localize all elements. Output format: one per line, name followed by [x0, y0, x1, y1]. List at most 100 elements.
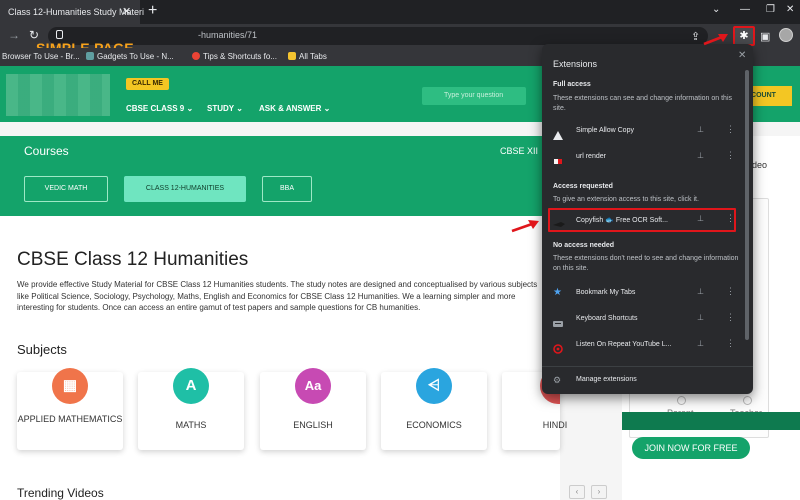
question-search-input[interactable]: Type your question [422, 87, 526, 105]
maximize-button[interactable]: ❐ [766, 4, 775, 15]
extensions-menu-title: Extensions [553, 59, 598, 69]
page-description: We provide effective Study Material for … [17, 280, 538, 312]
more-options-icon[interactable]: ⋮ [726, 213, 735, 224]
extension-name: Keyboard Shortcuts [576, 315, 638, 322]
calculator-icon: ▦ [52, 368, 88, 404]
trending-videos-title: Trending Videos [17, 486, 104, 500]
address-bar[interactable]: -humanities/71 [48, 27, 708, 45]
pin-icon[interactable]: ⊥ [697, 214, 704, 223]
no-access-desc: These extensions don't need to see and c… [553, 255, 739, 272]
new-tab-button[interactable]: + [148, 2, 157, 20]
divider [542, 366, 753, 367]
extension-name: Bookmark My Tabs [576, 289, 636, 296]
chart-icon: ⩤ [416, 368, 452, 404]
star-icon: ★ [553, 287, 562, 298]
cbse-xii-label: CBSE XII [500, 146, 539, 156]
subjects-title: Subjects [17, 342, 67, 357]
nav-study[interactable]: STUDY ⌄ [207, 104, 243, 113]
extension-row-keyboard-shortcuts[interactable]: Keyboard Shortcuts ⊥ ⋮ [542, 307, 742, 331]
more-options-icon[interactable]: ⋮ [726, 312, 735, 323]
pin-icon[interactable]: ⊥ [697, 339, 704, 348]
course-pill-vedic-math[interactable]: VEDIC MATH [24, 176, 108, 202]
bottom-strip [622, 412, 800, 430]
extension-name: Listen On Repeat YouTube L... [576, 341, 672, 348]
red-arrow-icon [703, 34, 728, 46]
red-arrow-icon [511, 220, 539, 233]
courses-band: Courses CBSE XII VEDIC MATH CLASS 12-HUM… [0, 136, 560, 216]
site-logo-blurred[interactable] [6, 74, 110, 116]
aa-icon: Aa [295, 368, 331, 404]
extension-row-copyfish[interactable]: Copyfish 🐟 Free OCR Soft... ⊥ ⋮ [548, 208, 736, 232]
page-title: CBSE Class 12 Humanities [17, 249, 249, 270]
compass-icon: A [173, 368, 209, 404]
tab-close-icon[interactable]: ✕ [122, 5, 131, 18]
manage-extensions-label: Manage extensions [576, 376, 637, 383]
share-icon[interactable]: ⇪ [691, 30, 700, 43]
extension-row-bookmark-my-tabs[interactable]: ★ Bookmark My Tabs ⊥ ⋮ [542, 281, 742, 305]
courses-title: Courses [24, 144, 69, 158]
pin-icon[interactable]: ⊥ [697, 151, 704, 160]
tab-active[interactable]: Class 12-Humanities Study Materi ✕ [0, 0, 144, 24]
call-me-button[interactable]: CALL ME [126, 78, 169, 90]
bookmark-item[interactable]: All Tabs [288, 52, 327, 61]
extensions-menu: Extensions ✕ Full access These extension… [542, 44, 753, 394]
bookmark-item[interactable]: Tips & Shortcuts fo... [192, 52, 277, 61]
no-access-title: No access needed [553, 242, 615, 249]
extension-row-listen-on-repeat[interactable]: Listen On Repeat YouTube L... ⊥ ⋮ [542, 333, 742, 357]
lock-icon[interactable] [56, 30, 63, 39]
allow-copy-icon [553, 127, 563, 140]
parent-radio[interactable] [677, 396, 686, 405]
subject-label: ENGLISH [293, 420, 333, 430]
side-panel-icon[interactable]: ▣ [760, 30, 770, 43]
more-options-icon[interactable]: ⋮ [726, 124, 735, 135]
more-options-icon[interactable]: ⋮ [726, 338, 735, 349]
extensions-puzzle-icon[interactable]: ✱ [733, 26, 755, 46]
subject-label: ECONOMICS [406, 420, 462, 430]
join-now-button[interactable]: JOIN NOW FOR FREE [632, 437, 750, 459]
gear-icon: ⚙ [553, 375, 562, 385]
forward-icon[interactable]: → [8, 28, 20, 42]
extension-name: Simple Allow Copy [576, 127, 634, 134]
teacher-radio[interactable] [743, 396, 752, 405]
subject-card-economics[interactable]: ⩤ ECONOMICS [381, 368, 487, 450]
nav-ask-answer[interactable]: ASK & ANSWER ⌄ [259, 104, 330, 113]
pin-icon[interactable]: ⊥ [697, 313, 704, 322]
full-access-desc: These extensions can see and change info… [553, 95, 733, 112]
course-pill-class-12-humanities[interactable]: CLASS 12-HUMANITIES [124, 176, 246, 202]
url-render-icon [553, 153, 563, 164]
bookmark-item[interactable]: Browser To Use - Br... [2, 52, 80, 61]
url-text: -humanities/71 [198, 30, 258, 40]
extension-row-simple-allow-copy[interactable]: Simple Allow Copy ⊥ ⋮ [542, 119, 742, 143]
extension-row-url-render[interactable]: url render ⊥ ⋮ [542, 145, 742, 169]
manage-extensions-button[interactable]: ⚙ Manage extensions [542, 372, 753, 390]
more-options-icon[interactable]: ⋮ [726, 286, 735, 297]
more-options-icon[interactable]: ⋮ [726, 150, 735, 161]
scrollbar[interactable] [745, 70, 749, 340]
tab-search-icon[interactable]: ⌄ [712, 4, 720, 15]
bookmark-item[interactable]: Gadgets To Use - N... [86, 52, 174, 61]
close-icon[interactable]: ✕ [738, 50, 746, 61]
minimize-button[interactable]: — [740, 4, 750, 15]
access-requested-title: Access requested [553, 183, 613, 190]
subject-label: APPLIED MATHEMATICS [17, 414, 123, 424]
tab-strip: Class 12-Humanities Study Materi ✕ + ⌄ —… [0, 0, 800, 24]
copyfish-icon [553, 216, 565, 227]
carousel-prev-button[interactable]: ‹ [569, 485, 585, 499]
nav-cbse-class-9[interactable]: CBSE CLASS 9 ⌄ [126, 104, 193, 113]
main-content: CBSE Class 12 Humanities We provide effe… [0, 216, 607, 500]
subject-label: MATHS [175, 420, 207, 430]
pin-icon[interactable]: ⊥ [697, 125, 704, 134]
course-pill-bba[interactable]: BBA [262, 176, 312, 202]
full-access-title: Full access [553, 81, 591, 88]
pin-icon[interactable]: ⊥ [697, 287, 704, 296]
subject-card-maths[interactable]: A MATHS [138, 368, 244, 450]
extension-name: url render [576, 153, 606, 160]
repeat-icon [553, 341, 563, 354]
extension-name: Copyfish 🐟 Free OCR Soft... [576, 217, 668, 224]
profile-avatar[interactable] [779, 28, 793, 42]
close-window-button[interactable]: ✕ [786, 4, 794, 15]
carousel-next-button[interactable]: › [591, 485, 607, 499]
access-requested-desc: To give an extension access to this site… [553, 196, 699, 203]
subject-card-applied-mathematics[interactable]: ▦ APPLIED MATHEMATICS [17, 368, 123, 450]
subject-card-english[interactable]: Aa ENGLISH [260, 368, 366, 450]
